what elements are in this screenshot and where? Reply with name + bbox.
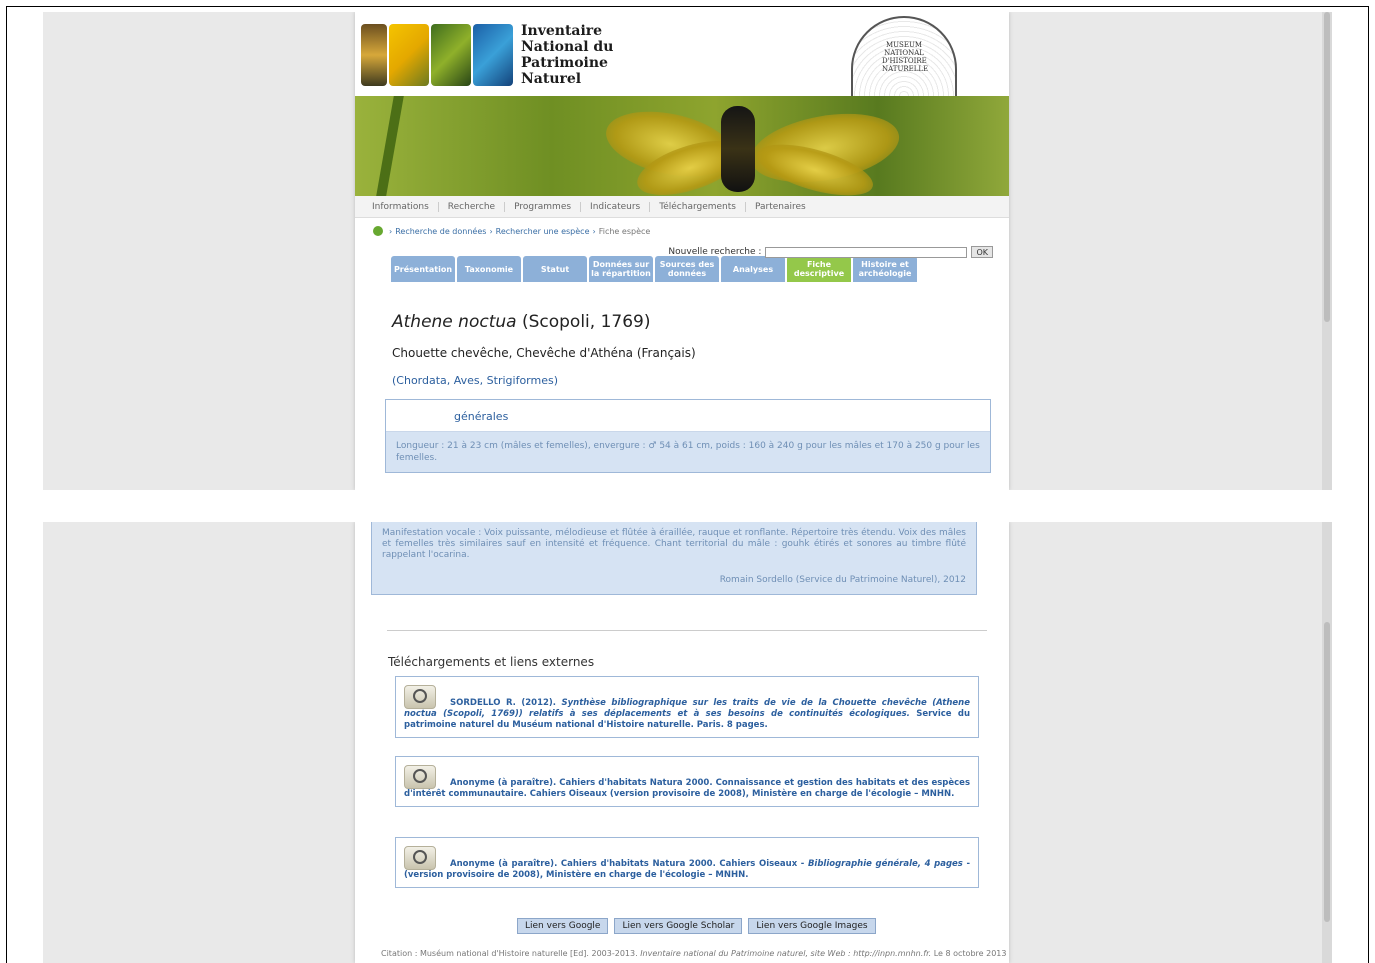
nav-item-partenaires[interactable]: Partenaires xyxy=(746,202,815,212)
logo-line: National du xyxy=(521,39,614,55)
voice-box: Manifestation vocale : Voix puissante, m… xyxy=(371,522,977,595)
inpn-logo-letters xyxy=(361,24,513,86)
magnifier-icon[interactable] xyxy=(404,765,436,789)
tab-presentation[interactable]: Présentation xyxy=(391,256,455,282)
seal-text: MUSEUM NATIONAL D'HISTOIRE NATURELLE xyxy=(882,41,929,73)
logo-line: Naturel xyxy=(521,71,582,87)
nav-item-informations[interactable]: Informations xyxy=(363,201,439,212)
tab-analyses[interactable]: Analyses xyxy=(721,256,785,282)
breadcrumb: › Recherche de données › Rechercher une e… xyxy=(373,226,991,236)
browser-capture-bottom: Manifestation vocale : Voix puissante, m… xyxy=(43,522,1332,963)
ref-text: Anonyme (à paraître). Cahiers d'habitats… xyxy=(404,778,970,799)
home-icon[interactable] xyxy=(373,226,383,236)
breadcrumb-link[interactable]: Rechercher une espèce xyxy=(496,227,590,236)
banner-image xyxy=(355,96,1009,196)
tab-histoire[interactable]: Histoire et archéologie xyxy=(853,256,917,282)
species-name: Athene noctua xyxy=(392,312,517,332)
tab-statut[interactable]: Statut xyxy=(523,256,587,282)
species-title: Athene noctua (Scopoli, 1769) xyxy=(392,312,991,332)
main-content: › Recherche de données › Rechercher une e… xyxy=(355,218,1009,473)
logo-text: Inventaire National du Patrimoine Nature… xyxy=(521,23,613,87)
tab-fiche-descriptive[interactable]: Fiche descriptive xyxy=(787,256,851,282)
reference-item[interactable]: SORDELLO R. (2012). Synthèse bibliograph… xyxy=(395,676,979,738)
google-images-link-button[interactable]: Lien vers Google Images xyxy=(748,918,876,934)
downloads-title: Téléchargements et liens externes xyxy=(388,655,595,669)
citation: Citation : Muséum national d'Histoire na… xyxy=(381,949,1006,958)
nav-item-telechargements[interactable]: Téléchargements xyxy=(650,201,746,212)
citation-date: Le 8 octobre 2013 xyxy=(931,949,1007,958)
web-page: Inventaire National du Patrimoine Nature… xyxy=(355,12,1009,490)
google-link-button[interactable]: Lien vers Google xyxy=(517,918,609,934)
author-signature: Romain Sordello (Service du Patrimoine N… xyxy=(719,575,966,585)
scrollbar-thumb[interactable] xyxy=(1324,12,1330,322)
external-links: Lien vers Google Lien vers Google Schola… xyxy=(517,918,876,934)
magnifier-icon[interactable] xyxy=(404,685,436,709)
scrollbar[interactable] xyxy=(1322,522,1332,963)
tab-repartition[interactable]: Données sur la répartition xyxy=(589,256,653,282)
citation-italic: Inventaire national du Patrimoine nature… xyxy=(640,949,932,958)
site-header: Inventaire National du Patrimoine Nature… xyxy=(355,12,1009,96)
breadcrumb-link[interactable]: Recherche de données xyxy=(395,227,486,236)
citation-text: Citation : Muséum national d'Histoire na… xyxy=(381,949,641,958)
reference-item[interactable]: Anonyme (à paraître). Cahiers d'habitats… xyxy=(395,837,979,888)
nav-item-indicateurs[interactable]: Indicateurs xyxy=(581,201,651,212)
new-search: Nouvelle recherche : OK xyxy=(668,246,993,258)
ref-text: Anonyme (à paraître). Cahiers d'habitats… xyxy=(450,859,808,869)
ok-button[interactable]: OK xyxy=(971,246,993,258)
museum-seal-logo[interactable]: MUSEUM NATIONAL D'HISTOIRE NATURELLE xyxy=(851,16,957,96)
voice-text: Manifestation vocale : Voix puissante, m… xyxy=(382,528,966,560)
main-nav: Informations Recherche Programmes Indica… xyxy=(355,196,1009,218)
general-text: Longueur : 21 à 23 cm (mâles et femelles… xyxy=(386,432,990,472)
nav-item-recherche[interactable]: Recherche xyxy=(439,201,506,212)
browser-capture-top: Inventaire National du Patrimoine Nature… xyxy=(43,12,1332,490)
species-tabs: Présentation Taxonomie Statut Données su… xyxy=(391,256,991,282)
inpn-logo[interactable]: Inventaire National du Patrimoine Nature… xyxy=(361,22,613,88)
vernacular-name: Chouette chevêche, Chevêche d'Athéna (Fr… xyxy=(392,346,696,360)
taxonomy-link[interactable]: (Chordata, Aves, Strigiformes) xyxy=(392,374,991,387)
insect-image xyxy=(721,106,755,192)
logo-line: Patrimoine xyxy=(521,55,608,71)
divider xyxy=(387,630,987,631)
general-heading: générales xyxy=(386,400,990,432)
scrollbar-thumb[interactable] xyxy=(1324,622,1330,922)
magnifier-icon[interactable] xyxy=(404,846,436,870)
search-label: Nouvelle recherche : xyxy=(668,247,762,257)
nav-item-programmes[interactable]: Programmes xyxy=(505,201,582,212)
search-input[interactable] xyxy=(765,246,968,258)
tab-taxonomie[interactable]: Taxonomie xyxy=(457,256,521,282)
reference-item[interactable]: Anonyme (à paraître). Cahiers d'habitats… xyxy=(395,756,979,807)
breadcrumb-current: Fiche espèce xyxy=(598,226,651,236)
species-author: (Scopoli, 1769) xyxy=(521,312,651,332)
scrollbar[interactable] xyxy=(1322,12,1332,490)
logo-line: Inventaire xyxy=(521,23,603,39)
tab-sources[interactable]: Sources des données xyxy=(655,256,719,282)
general-info-box: générales Longueur : 21 à 23 cm (mâles e… xyxy=(385,399,991,473)
ref-italic: Bibliographie générale, 4 pages xyxy=(807,859,963,869)
google-scholar-link-button[interactable]: Lien vers Google Scholar xyxy=(614,918,743,934)
ref-text: SORDELLO R. (2012). xyxy=(450,698,562,708)
